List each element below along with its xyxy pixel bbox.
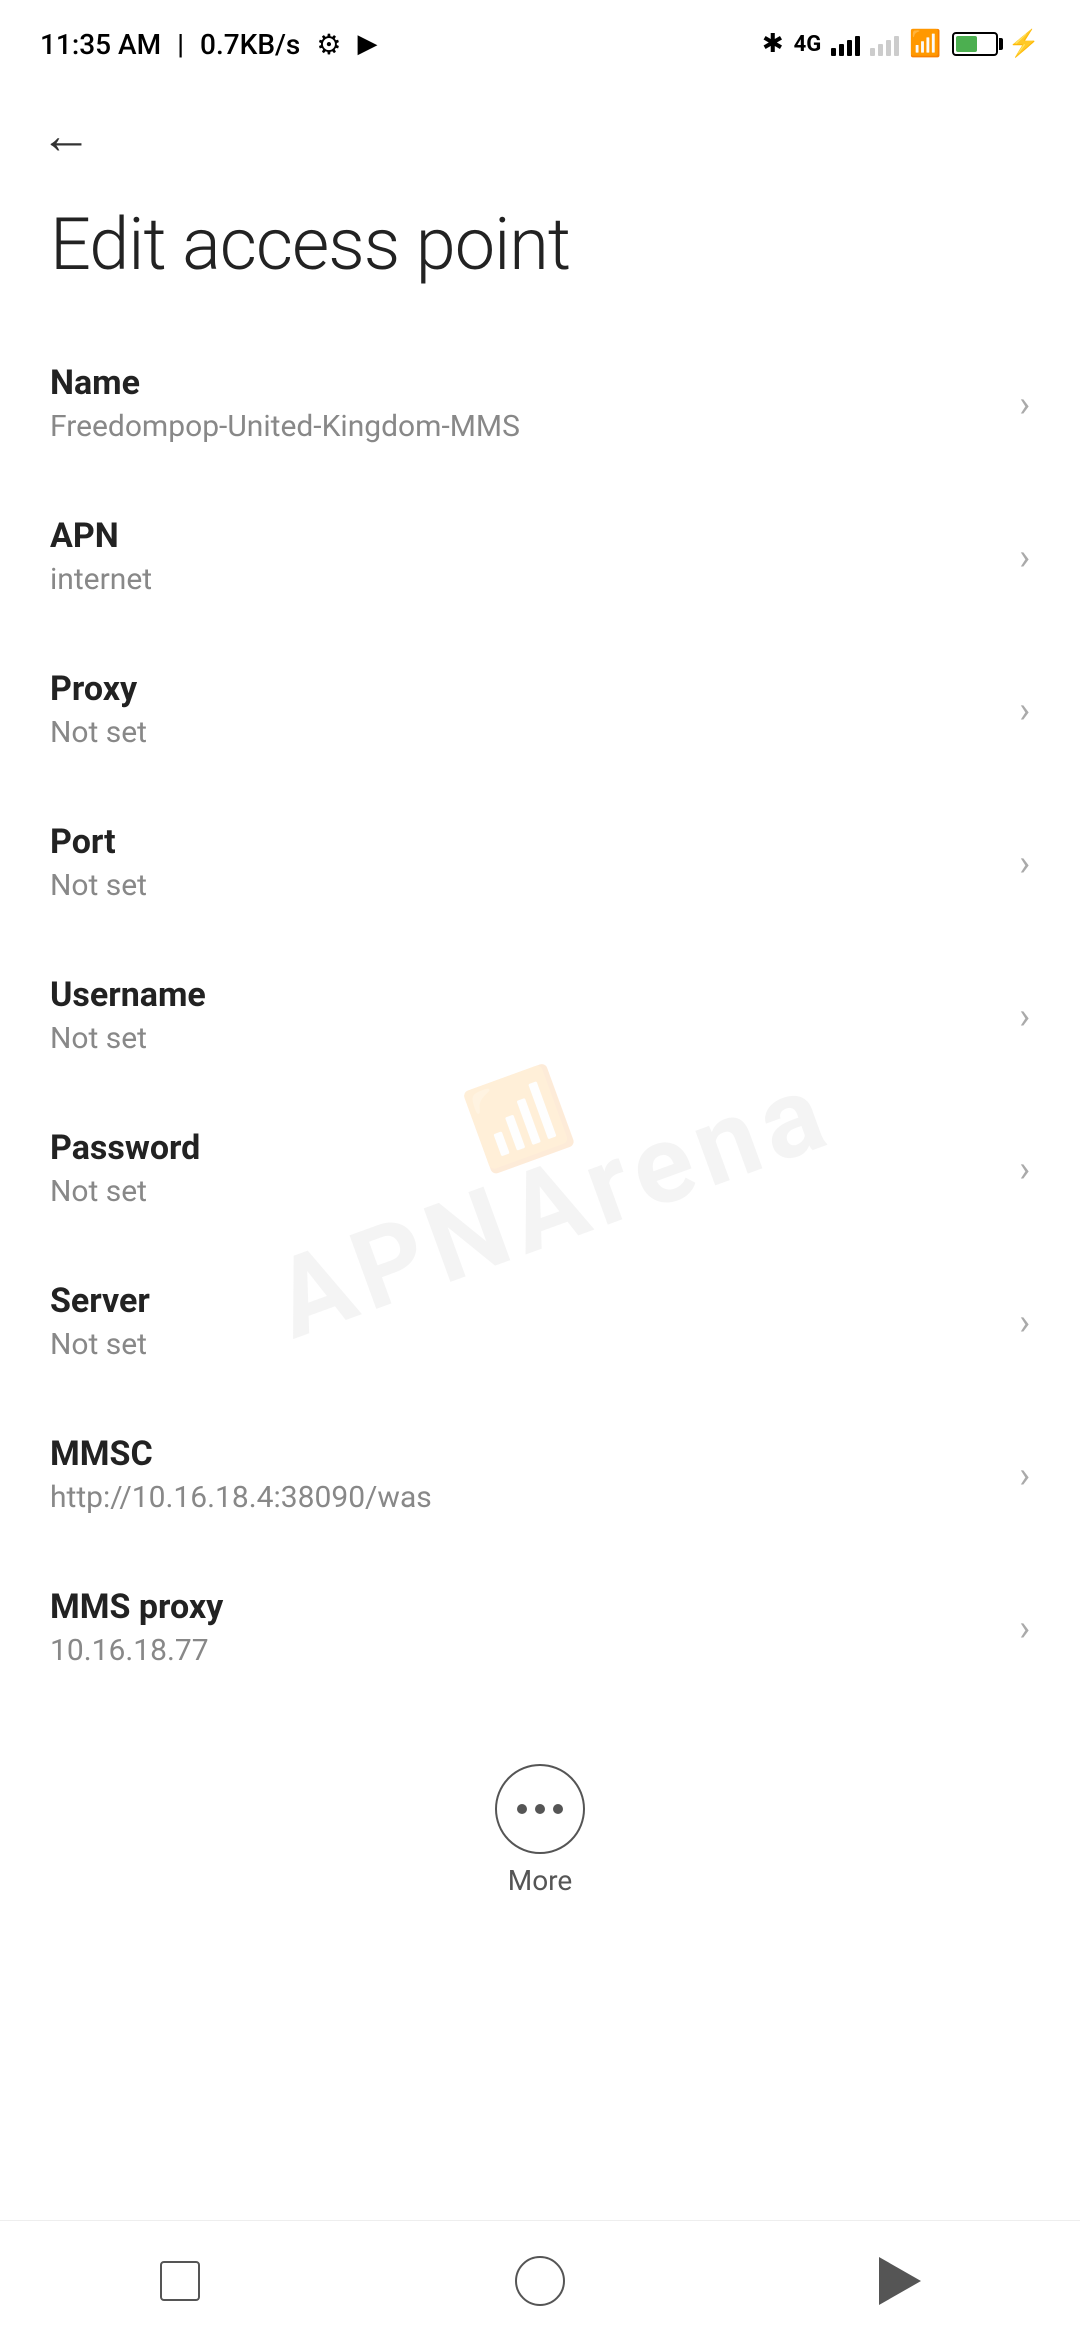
signal-4g-icon: 4G <box>794 32 822 57</box>
signal-bars-1 <box>831 32 860 56</box>
battery-indicator <box>952 32 998 56</box>
settings-icon: ⚙ <box>316 28 341 61</box>
item-value-mmsc: http://10.16.18.4:38090/was <box>50 1480 999 1515</box>
back-area[interactable]: ← <box>0 80 1080 182</box>
chevron-icon-mms-proxy: › <box>1019 1607 1030 1649</box>
item-label-server: Server <box>50 1281 999 1321</box>
nav-back-button[interactable] <box>860 2241 940 2321</box>
more-label: More <box>508 1864 573 1897</box>
chevron-icon-password: › <box>1019 1148 1030 1190</box>
chevron-icon-username: › <box>1019 995 1030 1037</box>
item-content-mmsc: MMSC http://10.16.18.4:38090/was <box>50 1434 999 1515</box>
chevron-icon-apn: › <box>1019 536 1030 578</box>
item-value-mms-proxy: 10.16.18.77 <box>50 1633 999 1668</box>
item-content-proxy: Proxy Not set <box>50 669 999 750</box>
item-label-apn: APN <box>50 516 999 556</box>
chevron-icon-name: › <box>1019 383 1030 425</box>
nav-bar <box>0 2220 1080 2340</box>
chevron-icon-mmsc: › <box>1019 1454 1030 1496</box>
status-right: ✱ 4G 📶 ⚡ <box>762 29 1040 59</box>
item-content-apn: APN internet <box>50 516 999 597</box>
battery-box <box>952 32 998 56</box>
item-label-port: Port <box>50 822 999 862</box>
recents-icon <box>160 2261 200 2301</box>
item-content-port: Port Not set <box>50 822 999 903</box>
item-value-server: Not set <box>50 1327 999 1362</box>
status-bar: 11:35 AM | 0.7KB/s ⚙ ▶ ✱ 4G 📶 ⚡ <box>0 0 1080 80</box>
page-title: Edit access point <box>0 182 1080 327</box>
list-item-username[interactable]: Username Not set › <box>0 939 1080 1092</box>
item-content-mms-proxy: MMS proxy 10.16.18.77 <box>50 1587 999 1668</box>
chevron-icon-server: › <box>1019 1301 1030 1343</box>
item-label-username: Username <box>50 975 999 1015</box>
list-item-server[interactable]: Server Not set › <box>0 1245 1080 1398</box>
list-item-apn[interactable]: APN internet › <box>0 480 1080 633</box>
back-icon <box>879 2257 921 2305</box>
list-item-name[interactable]: Name Freedompop-United-Kingdom-MMS › <box>0 327 1080 480</box>
battery-fill <box>956 36 977 52</box>
nav-home-button[interactable] <box>500 2241 580 2321</box>
back-button[interactable]: ← <box>40 110 1040 162</box>
item-label-name: Name <box>50 363 999 403</box>
item-value-username: Not set <box>50 1021 999 1056</box>
list-item-mms-proxy[interactable]: MMS proxy 10.16.18.77 › <box>0 1551 1080 1704</box>
item-value-apn: internet <box>50 562 999 597</box>
list-item-mmsc[interactable]: MMSC http://10.16.18.4:38090/was › <box>0 1398 1080 1551</box>
list-item-port[interactable]: Port Not set › <box>0 786 1080 939</box>
more-button-area[interactable]: More <box>0 1734 1080 1917</box>
item-value-port: Not set <box>50 868 999 903</box>
home-icon <box>515 2256 565 2306</box>
item-value-proxy: Not set <box>50 715 999 750</box>
item-content-username: Username Not set <box>50 975 999 1056</box>
item-label-proxy: Proxy <box>50 669 999 709</box>
charging-icon: ⚡ <box>1008 29 1040 59</box>
item-content-name: Name Freedompop-United-Kingdom-MMS <box>50 363 999 444</box>
nav-recents-button[interactable] <box>140 2241 220 2321</box>
status-left: 11:35 AM | 0.7KB/s ⚙ ▶ <box>40 28 377 61</box>
more-dots-icon <box>517 1804 563 1814</box>
list-item-proxy[interactable]: Proxy Not set › <box>0 633 1080 786</box>
network-speed: 0.7KB/s <box>200 28 300 61</box>
more-button[interactable] <box>495 1764 585 1854</box>
item-content-password: Password Not set <box>50 1128 999 1209</box>
time-display: 11:35 AM <box>40 28 161 61</box>
dot-2 <box>535 1804 545 1814</box>
chevron-icon-proxy: › <box>1019 689 1030 731</box>
chevron-icon-port: › <box>1019 842 1030 884</box>
item-label-mmsc: MMSC <box>50 1434 999 1474</box>
signal-bars-2 <box>870 32 899 56</box>
item-label-password: Password <box>50 1128 999 1168</box>
item-value-name: Freedompop-United-Kingdom-MMS <box>50 409 999 444</box>
settings-list: Name Freedompop-United-Kingdom-MMS › APN… <box>0 327 1080 1704</box>
item-content-server: Server Not set <box>50 1281 999 1362</box>
video-icon: ▶ <box>357 29 377 59</box>
speed-display: | <box>177 28 184 61</box>
item-label-mms-proxy: MMS proxy <box>50 1587 999 1627</box>
item-value-password: Not set <box>50 1174 999 1209</box>
list-item-password[interactable]: Password Not set › <box>0 1092 1080 1245</box>
dot-1 <box>517 1804 527 1814</box>
wifi-icon: 📶 <box>909 29 941 59</box>
back-arrow-icon[interactable]: ← <box>40 110 92 162</box>
bluetooth-icon: ✱ <box>762 29 784 59</box>
dot-3 <box>553 1804 563 1814</box>
